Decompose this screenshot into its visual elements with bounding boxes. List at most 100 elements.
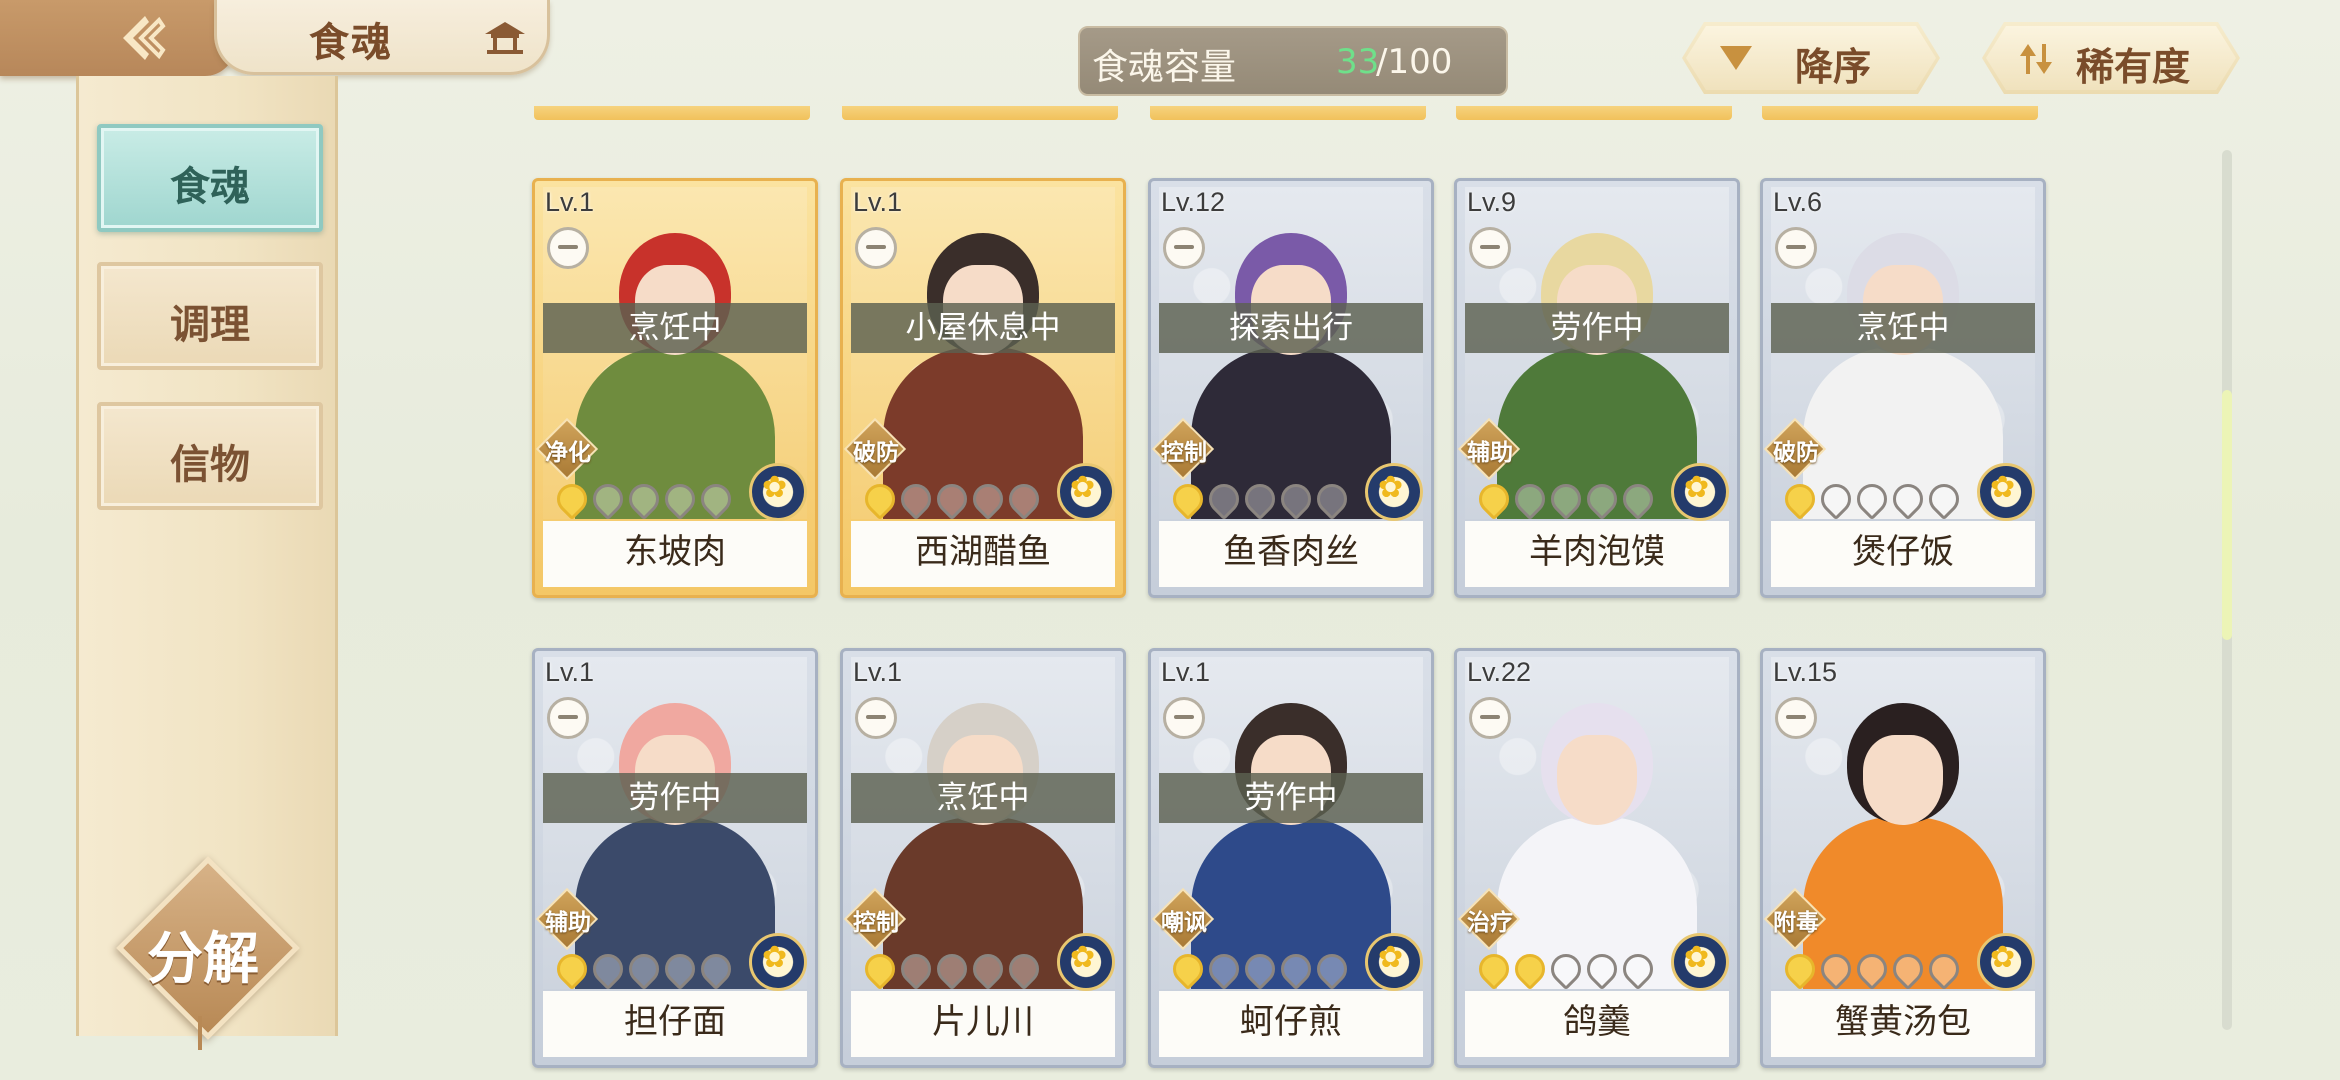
rarity-flower-icon xyxy=(749,463,807,521)
page-title-tab: 食魂 xyxy=(214,0,550,75)
star-icon xyxy=(1238,947,1282,991)
food-soul-card[interactable]: Lv.9 劳作中 辅助 羊肉泡馍 xyxy=(1454,178,1740,598)
star-icon xyxy=(1472,477,1516,521)
role-label: 破防 xyxy=(853,440,899,466)
role-badge: 治疗 xyxy=(1457,887,1521,951)
role-label: 净化 xyxy=(545,440,591,466)
capacity-current: 33 xyxy=(1336,42,1380,82)
dish-plate-icon xyxy=(547,227,589,269)
star-icon xyxy=(1814,477,1858,521)
food-soul-card[interactable]: Lv.12 探索出行 控制 鱼香肉丝 xyxy=(1148,178,1434,598)
role-label: 破防 xyxy=(1773,440,1819,466)
star-icon xyxy=(1922,947,1966,991)
card-name: 蚵仔煎 xyxy=(1159,991,1423,1057)
food-soul-card[interactable]: Lv.1 劳作中 辅助 担仔面 xyxy=(532,648,818,1068)
food-soul-card[interactable]: Lv.15 附毒 蟹黄汤包 xyxy=(1760,648,2046,1068)
star-icon xyxy=(658,947,702,991)
star-icon xyxy=(1850,947,1894,991)
star-icon xyxy=(1472,947,1516,991)
star-icon xyxy=(1778,947,1822,991)
dish-plate-icon xyxy=(855,697,897,739)
card-status: 劳作中 xyxy=(1465,303,1729,353)
star-icon xyxy=(858,477,902,521)
star-icon xyxy=(1814,947,1858,991)
star-icon xyxy=(894,477,938,521)
star-rating xyxy=(858,947,1046,991)
character-face xyxy=(1557,735,1637,825)
back-button[interactable] xyxy=(0,0,235,76)
card-status: 探索出行 xyxy=(1159,303,1423,353)
star-icon xyxy=(1850,477,1894,521)
star-rating xyxy=(1166,947,1354,991)
rarity-flower-icon xyxy=(1057,933,1115,991)
star-icon xyxy=(1508,947,1552,991)
page-title: 食魂 xyxy=(309,20,393,66)
previous-row-card-edge xyxy=(1762,106,2038,120)
sort-key-button[interactable]: 稀有度 xyxy=(1982,22,2240,94)
card-level: Lv.1 xyxy=(545,657,595,687)
card-status: 烹饪中 xyxy=(1771,303,2035,353)
decompose-button[interactable]: 分解 xyxy=(116,856,300,1050)
food-soul-card[interactable]: Lv.1 小屋休息中 破防 西湖醋鱼 xyxy=(840,178,1126,598)
dish-plate-icon xyxy=(1469,227,1511,269)
role-label: 辅助 xyxy=(1467,440,1513,466)
sort-order-button[interactable]: 降序 xyxy=(1682,22,1940,94)
tab-food-soul[interactable]: 食魂 xyxy=(97,124,323,232)
star-icon xyxy=(966,947,1010,991)
tab-keepsake-label: 信物 xyxy=(170,442,250,488)
card-level: Lv.15 xyxy=(1773,657,1838,687)
sort-order-label: 降序 xyxy=(1794,45,1871,89)
star-rating xyxy=(1778,947,1966,991)
star-icon xyxy=(858,947,902,991)
back-arrow-icon xyxy=(123,16,166,60)
star-icon xyxy=(622,947,666,991)
card-status: 劳作中 xyxy=(543,773,807,823)
card-level: Lv.1 xyxy=(1161,657,1211,687)
rarity-flower-icon xyxy=(1977,463,2035,521)
tab-conditioning[interactable]: 调理 xyxy=(97,262,323,370)
card-name: 鱼香肉丝 xyxy=(1159,521,1423,587)
star-rating xyxy=(1778,477,1966,521)
star-icon xyxy=(1580,477,1624,521)
card-level: Lv.1 xyxy=(545,187,595,217)
star-icon xyxy=(1580,947,1624,991)
tab-keepsake[interactable]: 信物 xyxy=(97,402,323,510)
grid-scrollbar[interactable] xyxy=(2222,150,2232,1030)
star-icon xyxy=(1202,947,1246,991)
star-icon xyxy=(1616,477,1660,521)
rarity-flower-icon xyxy=(1057,463,1115,521)
previous-row-card-edge xyxy=(842,106,1118,120)
star-icon xyxy=(1886,477,1930,521)
star-icon xyxy=(1310,477,1354,521)
food-soul-card[interactable]: Lv.22 治疗 鸽羹 xyxy=(1454,648,1740,1068)
role-label: 附毒 xyxy=(1773,910,1819,936)
card-level: Lv.1 xyxy=(853,657,903,687)
star-icon xyxy=(930,477,974,521)
role-label: 控制 xyxy=(1161,440,1207,466)
card-level: Lv.12 xyxy=(1161,187,1226,217)
food-soul-card[interactable]: Lv.1 烹饪中 净化 东坡肉 xyxy=(532,178,818,598)
rarity-flower-icon xyxy=(1365,933,1423,991)
role-badge: 破防 xyxy=(1763,417,1827,481)
star-icon xyxy=(550,477,594,521)
star-icon xyxy=(1544,477,1588,521)
card-status: 烹饪中 xyxy=(851,773,1115,823)
star-rating xyxy=(550,477,738,521)
role-badge: 辅助 xyxy=(1457,417,1521,481)
card-name: 西湖醋鱼 xyxy=(851,521,1115,587)
food-soul-card[interactable]: Lv.6 烹饪中 破防 煲仔饭 xyxy=(1760,178,2046,598)
star-icon xyxy=(1778,477,1822,521)
star-icon xyxy=(622,477,666,521)
dish-plate-icon xyxy=(1775,227,1817,269)
food-soul-card[interactable]: Lv.1 烹饪中 控制 片儿川 xyxy=(840,648,1126,1068)
card-name: 担仔面 xyxy=(543,991,807,1057)
food-soul-card[interactable]: Lv.1 劳作中 嘲讽 蚵仔煎 xyxy=(1148,648,1434,1068)
role-badge: 控制 xyxy=(1151,417,1215,481)
star-rating xyxy=(1166,477,1354,521)
grid-scroll-thumb[interactable] xyxy=(2222,390,2232,640)
pavilion-icon xyxy=(485,22,525,54)
star-icon xyxy=(658,477,702,521)
star-icon xyxy=(1508,477,1552,521)
decompose-label: 分解 xyxy=(147,927,259,992)
star-icon xyxy=(1002,947,1046,991)
